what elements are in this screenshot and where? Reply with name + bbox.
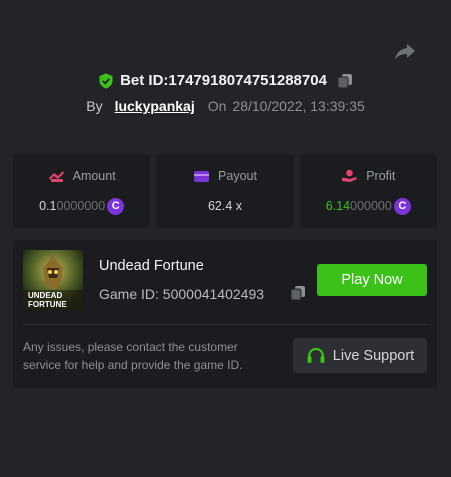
- by-label: By: [86, 98, 103, 114]
- game-name: Undead Fortune: [99, 258, 204, 274]
- support-note: Any issues, please contact the customer …: [23, 340, 243, 372]
- amount-label: Amount: [72, 169, 116, 183]
- copy-icon[interactable]: [337, 73, 353, 89]
- game-id-label: Game ID:: [99, 286, 163, 302]
- bet-id-value: 1747918074751288704: [168, 72, 327, 89]
- copy-icon[interactable]: [290, 285, 306, 301]
- coin-icon: C: [393, 197, 411, 215]
- bet-id-label: Bet ID:: [120, 72, 169, 89]
- author-line: By luckypankaj On 28/10/2022, 13:39:35: [0, 98, 451, 114]
- profit-label: Profit: [366, 169, 396, 183]
- payout-label: Payout: [218, 169, 257, 183]
- payout-value: 62.4 x: [207, 199, 243, 213]
- live-support-label: Live Support: [332, 347, 415, 364]
- stats-row: Amount 0.1 0000000 C Payout 62.4 x Profi…: [13, 154, 437, 228]
- headset-icon: [306, 347, 326, 365]
- game-id-value: 5000041402493: [162, 286, 265, 302]
- amount-value-main: 0.1: [39, 199, 57, 213]
- profit-stat: Profit 6.14 000000 C: [299, 154, 437, 228]
- on-label: On: [207, 98, 227, 114]
- live-support-button[interactable]: Live Support: [293, 338, 427, 373]
- thumbnail-title-line2: FORTUNE: [28, 300, 67, 309]
- game-id-line: Game ID: 5000041402493: [99, 286, 264, 302]
- amount-stat: Amount 0.1 0000000 C: [13, 154, 151, 228]
- profit-value-main: 6.14: [325, 199, 351, 213]
- bet-id-line: Bet ID: 1747918074751288704: [0, 72, 451, 89]
- bet-date: 28/10/2022, 13:39:35: [232, 98, 365, 114]
- divider: [23, 324, 427, 325]
- coin-hand-icon: [341, 169, 358, 183]
- play-now-button[interactable]: Play Now: [317, 264, 427, 296]
- username-link[interactable]: luckypankaj: [115, 98, 195, 114]
- wallet-icon: [193, 169, 210, 183]
- game-card: UNDEAD FORTUNE Undead Fortune Game ID: 5…: [13, 240, 437, 388]
- shield-check-icon: [98, 73, 114, 89]
- share-icon[interactable]: [393, 40, 417, 64]
- game-thumbnail[interactable]: UNDEAD FORTUNE: [23, 250, 83, 310]
- profit-value-trailing: 000000: [350, 199, 392, 213]
- payout-stat: Payout 62.4 x: [156, 154, 294, 228]
- amount-value-trailing: 0000000: [56, 199, 106, 213]
- bet-chips-icon: [48, 169, 65, 183]
- coin-icon: C: [107, 197, 125, 215]
- thumbnail-title-line1: UNDEAD: [28, 291, 62, 300]
